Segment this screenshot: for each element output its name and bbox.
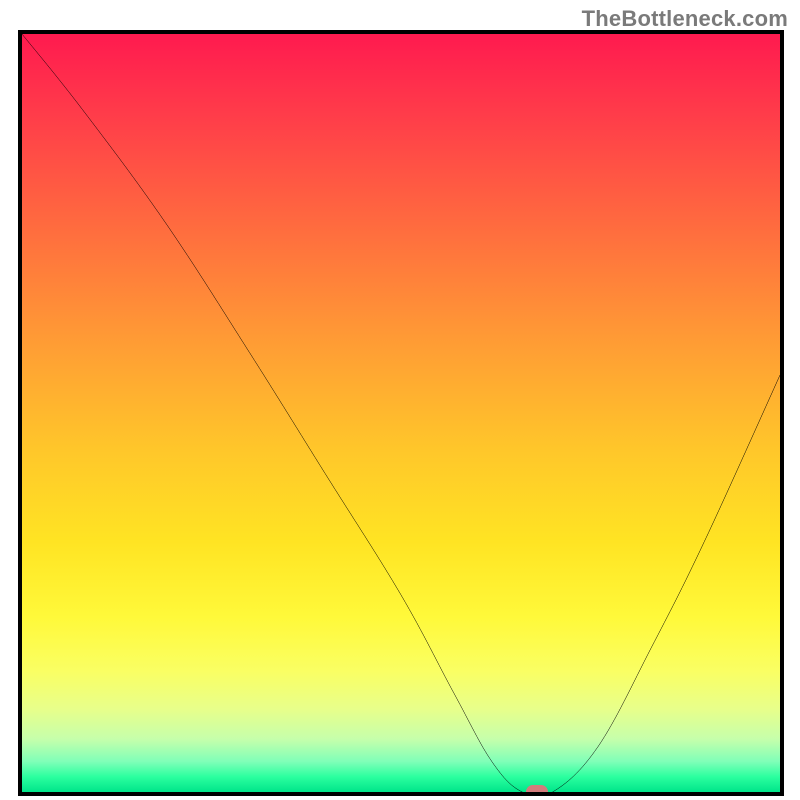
watermark-text: TheBottleneck.com — [582, 6, 788, 32]
bottleneck-curve — [22, 34, 780, 792]
plot-frame — [18, 30, 784, 796]
optimum-marker — [526, 785, 548, 796]
figure-canvas: TheBottleneck.com — [0, 0, 800, 800]
curve-path — [22, 34, 780, 792]
plot-area — [18, 30, 784, 796]
